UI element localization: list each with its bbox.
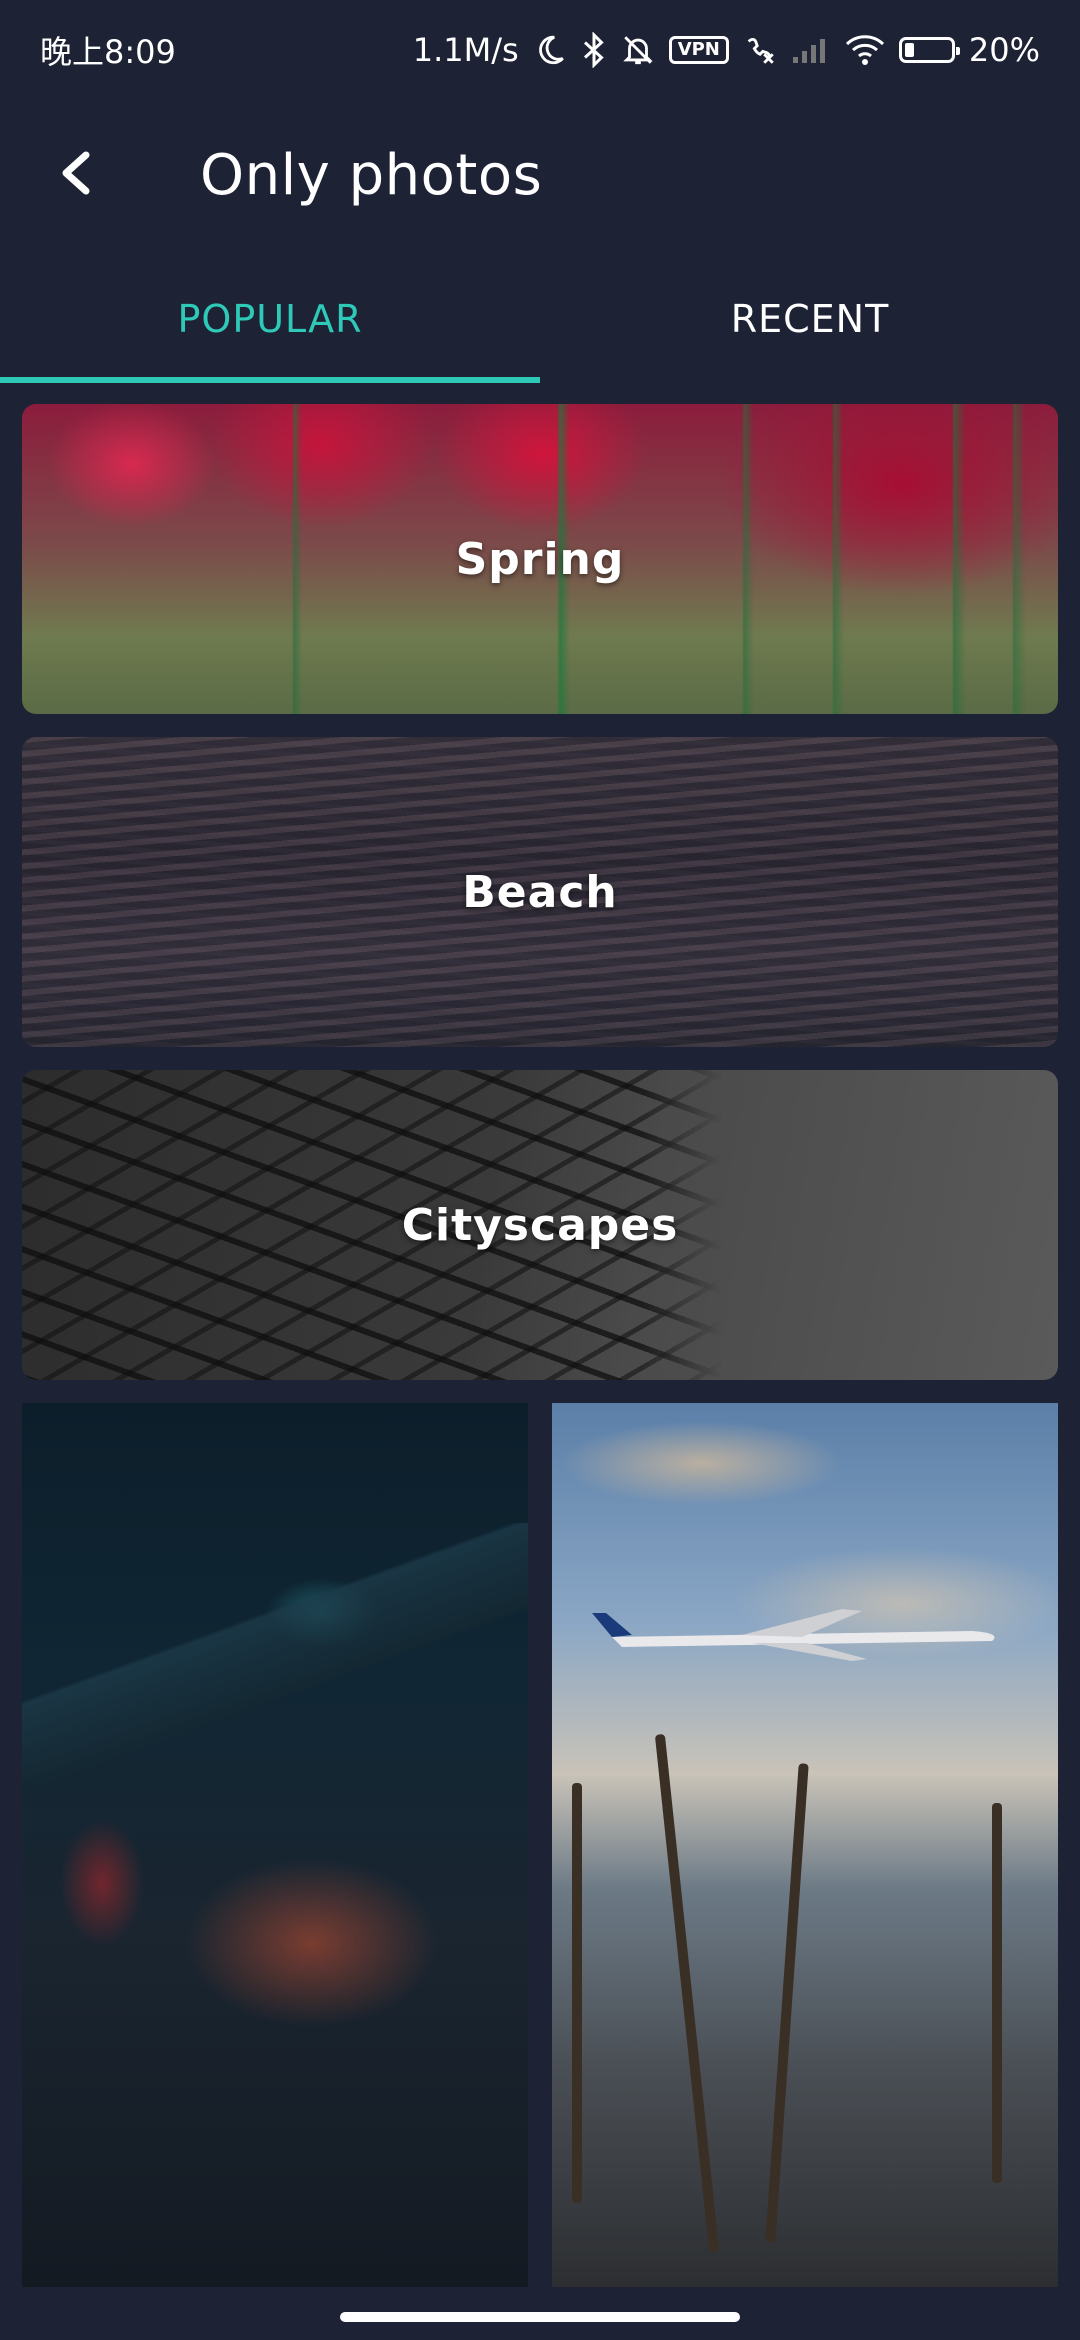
photo-tile-night-street[interactable] [22,1403,528,2287]
collection-card-beach[interactable]: Beach [22,737,1058,1047]
palm-tree [572,1783,582,2203]
bell-muted-icon [621,33,655,67]
tab-recent[interactable]: RECENT [540,255,1080,383]
back-arrow-icon [56,149,96,201]
back-button[interactable] [36,135,116,215]
page-title: Only photos [200,142,543,208]
collection-label: Beach [462,866,618,918]
call-off-icon [743,33,777,67]
wifi-icon [845,34,885,66]
signal-icon [791,35,831,65]
photo-image [592,1609,995,1661]
palm-tree [992,1803,1002,2183]
battery-percent: 20% [968,31,1040,69]
moon-icon [533,33,567,67]
photo-image [22,1523,528,1783]
tab-popular[interactable]: POPULAR [0,255,540,383]
photo-tile-airplane-palms[interactable] [552,1403,1058,2287]
status-bar: 晚上8:09 1.1M/s VPN 20% [0,0,1080,100]
collection-label: Cityscapes [401,1199,679,1251]
status-left: 晚上8:09 [40,27,176,73]
palm-tree [654,1733,720,2253]
status-right: 1.1M/s VPN 20% [413,31,1040,69]
collection-label: Spring [455,533,625,585]
tab-bar: POPULAR RECENT [0,255,1080,383]
vpn-badge: VPN [668,36,729,64]
net-speed: 1.1M/s [412,31,519,69]
status-time: 晚上8:09 [40,33,176,71]
collection-card-cityscapes[interactable]: Cityscapes [22,1070,1058,1380]
collection-card-spring[interactable]: Spring [22,404,1058,714]
app-bar: Only photos [0,110,1080,240]
battery-icon [898,37,960,63]
home-indicator[interactable] [340,2312,740,2322]
palm-tree [765,1763,809,2243]
bluetooth-icon [581,32,607,68]
